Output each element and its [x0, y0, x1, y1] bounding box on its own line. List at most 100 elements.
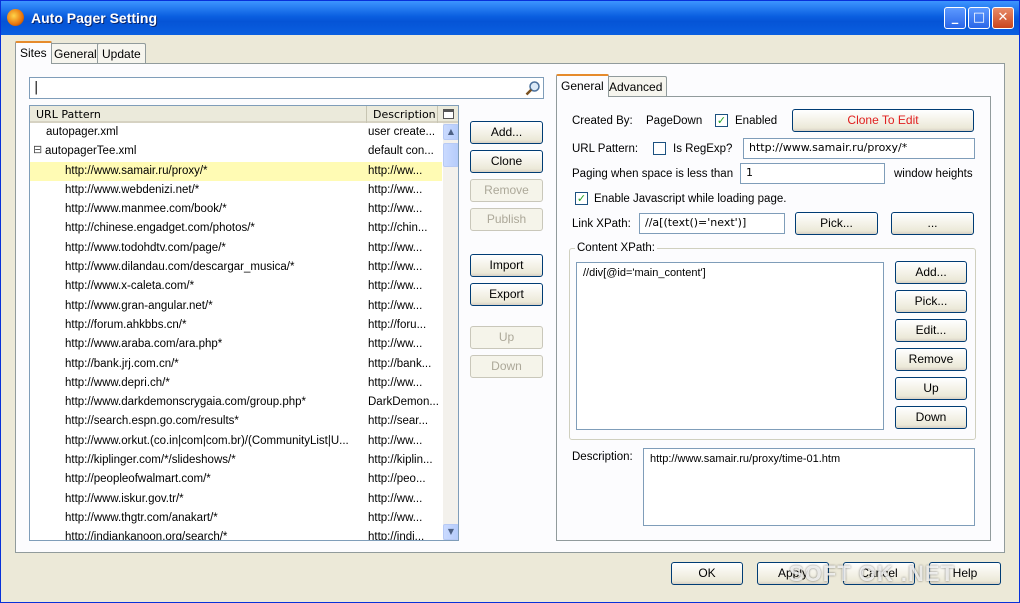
row-description: http://ww...: [368, 183, 423, 196]
row-url-pattern: http://www.orkut.(co.in|com|com.br)/(Com…: [65, 434, 349, 447]
row-url-pattern: http://www.thgtr.com/anakart/*: [65, 511, 218, 524]
table-row[interactable]: http://www.thgtr.com/anakart/* http://ww.…: [30, 509, 442, 528]
url-pattern-field[interactable]: http://www.samair.ru/proxy/*: [743, 138, 975, 159]
enable-javascript-checkbox[interactable]: ✓: [575, 192, 588, 205]
auto-pager-setting-window: Auto Pager Setting _ □ ✕ Sites General U…: [0, 0, 1020, 603]
content-xpath-list[interactable]: //div[@id='main_content']: [576, 262, 884, 430]
table-row[interactable]: http://www.x-caleta.com/* http://ww...: [30, 277, 442, 296]
table-row[interactable]: http://peopleofwalmart.com/* http://peo..…: [30, 470, 442, 489]
table-row[interactable]: http://www.araba.com/ara.php* http://ww..…: [30, 335, 442, 354]
table-row[interactable]: http://www.orkut.(co.in|com|com.br)/(Com…: [30, 432, 442, 451]
link-xpath-field[interactable]: //a[(text()='next')]: [639, 213, 785, 234]
table-row[interactable]: http://bank.jrj.com.cn/* http://bank...: [30, 355, 442, 374]
row-url-pattern: http://www.dilandau.com/descargar_musica…: [65, 261, 295, 274]
tab-detail-general[interactable]: General: [556, 74, 609, 97]
list-scrollbar[interactable]: ▲ ▼: [443, 123, 458, 540]
scroll-thumb[interactable]: [443, 143, 458, 167]
tab-update[interactable]: Update: [97, 43, 146, 63]
row-description: http://ww...: [368, 280, 423, 293]
table-row[interactable]: http://www.depri.ch/* http://ww...: [30, 374, 442, 393]
ok-button[interactable]: OK: [671, 562, 743, 585]
paging-threshold-field[interactable]: 1: [740, 163, 885, 184]
pick-xpath-button[interactable]: Pick...: [895, 290, 967, 313]
scroll-up-icon[interactable]: ▲: [443, 124, 458, 140]
enabled-label: Enabled: [735, 115, 778, 127]
table-row[interactable]: http://forum.ahkbbs.cn/* http://foru...: [30, 316, 442, 335]
row-url-pattern: autopager.xml: [46, 126, 119, 138]
publish-site-button[interactable]: Publish: [470, 208, 543, 231]
remove-xpath-button[interactable]: Remove: [895, 348, 967, 371]
table-row[interactable]: http://www.manmee.com/book/* http://ww...: [30, 200, 442, 219]
link-more-button[interactable]: ...: [891, 212, 974, 235]
table-row[interactable]: http://www.gran-angular.net/* http://ww..…: [30, 297, 442, 316]
table-row[interactable]: http://kiplinger.com/*/slideshows/* http:…: [30, 451, 442, 470]
enabled-checkbox[interactable]: ✓: [715, 114, 728, 127]
tab-detail-advanced[interactable]: Advanced: [604, 76, 668, 96]
up-xpath-button[interactable]: Up: [895, 377, 967, 400]
window-title: Auto Pager Setting: [31, 10, 158, 26]
table-row[interactable]: http://www.todohdtv.com/page/* http://ww.…: [30, 239, 442, 258]
row-url-pattern: http://peopleofwalmart.com/*: [65, 473, 211, 486]
is-regexp-checkbox[interactable]: [653, 142, 666, 155]
description-field[interactable]: http://www.samair.ru/proxy/time-01.htm: [643, 448, 975, 526]
table-row[interactable]: http://www.samair.ru/proxy/* http://ww...: [30, 161, 442, 181]
close-button[interactable]: ✕: [992, 7, 1014, 29]
import-button[interactable]: Import: [470, 254, 543, 277]
site-search-input[interactable]: |: [29, 77, 544, 99]
down-xpath-button[interactable]: Down: [895, 406, 967, 429]
clone-site-button[interactable]: Clone: [470, 150, 543, 173]
scroll-down-icon[interactable]: ▼: [443, 524, 458, 540]
content-xpath-label: Content XPath:: [575, 242, 657, 254]
column-picker-icon[interactable]: [443, 109, 454, 119]
url-pattern-label: URL Pattern:: [572, 143, 639, 155]
collapse-icon[interactable]: ⊟: [33, 143, 42, 156]
row-url-pattern: http://www.samair.ru/proxy/*: [65, 164, 208, 177]
table-row[interactable]: http://www.dilandau.com/descargar_musica…: [30, 258, 442, 277]
column-description[interactable]: Description: [373, 108, 436, 121]
row-url-pattern: http://kiplinger.com/*/slideshows/*: [65, 454, 236, 467]
title-bar[interactable]: Auto Pager Setting _ □ ✕: [1, 1, 1019, 35]
window-heights-label: window heights: [894, 168, 973, 180]
row-description: http://ww...: [368, 511, 423, 524]
search-icon[interactable]: [525, 80, 541, 96]
row-url-pattern: http://www.webdenizi.net/*: [65, 183, 200, 196]
tab-general[interactable]: General: [49, 43, 102, 63]
row-description: http://ww...: [368, 164, 423, 177]
table-row[interactable]: http://chinese.engadget.com/photos/* http…: [30, 219, 442, 238]
table-row[interactable]: http://search.espn.go.com/results* http:/…: [30, 412, 442, 431]
paging-label: Paging when space is less than: [572, 168, 734, 180]
row-description: http://ww...: [368, 376, 423, 389]
table-row[interactable]: http://www.iskur.gov.tr/* http://ww...: [30, 490, 442, 509]
export-button[interactable]: Export: [470, 283, 543, 306]
edit-xpath-button[interactable]: Edit...: [895, 319, 967, 342]
add-xpath-button[interactable]: Add...: [895, 261, 967, 284]
table-row[interactable]: ⊟ autopagerTee.xml default con...: [30, 142, 442, 161]
row-url-pattern: http://www.x-caleta.com/*: [65, 280, 195, 293]
maximize-button[interactable]: □: [968, 7, 990, 29]
table-row[interactable]: http://www.darkdemonscrygaia.com/group.p…: [30, 393, 442, 412]
list-rows: autopager.xml user create... ⊟ autopagerTee…: [30, 123, 442, 541]
tab-sites[interactable]: Sites: [15, 41, 52, 64]
row-description: http://ww...: [368, 241, 423, 254]
row-description: http://indi...: [368, 531, 425, 541]
remove-site-button[interactable]: Remove: [470, 179, 543, 202]
table-row[interactable]: autopager.xml user create...: [30, 123, 442, 142]
add-site-button[interactable]: Add...: [470, 121, 543, 144]
move-down-button[interactable]: Down: [470, 355, 543, 378]
column-url-pattern[interactable]: URL Pattern: [36, 108, 101, 121]
row-url-pattern: http://indiankanoon.org/search/*: [65, 531, 228, 541]
is-regexp-label: Is RegExp?: [673, 143, 733, 155]
minimize-button[interactable]: _: [944, 7, 966, 29]
move-up-button[interactable]: Up: [470, 326, 543, 349]
row-url-pattern: autopagerTee.xml: [45, 145, 137, 158]
pick-link-button[interactable]: Pick...: [795, 212, 878, 235]
row-description: http://ww...: [368, 492, 423, 505]
url-pattern-list[interactable]: URL Pattern Description autopager.xml use…: [29, 105, 459, 541]
watermark-text: SOFT OK .NET: [789, 561, 955, 586]
row-url-pattern: http://www.gran-angular.net/*: [65, 299, 213, 312]
row-url-pattern: http://www.araba.com/ara.php*: [65, 338, 223, 351]
table-row[interactable]: http://indiankanoon.org/search/* http://i…: [30, 528, 442, 541]
row-url-pattern: http://www.depri.ch/*: [65, 376, 170, 389]
clone-to-edit-button[interactable]: Clone To Edit: [792, 109, 974, 132]
table-row[interactable]: http://www.webdenizi.net/* http://ww...: [30, 181, 442, 200]
